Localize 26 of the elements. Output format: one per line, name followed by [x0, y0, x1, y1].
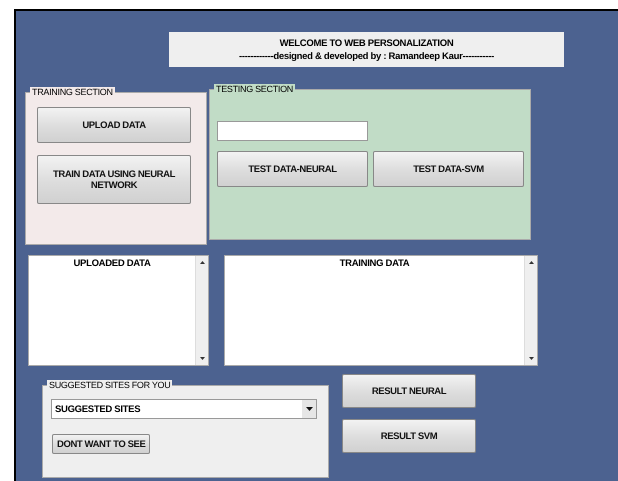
app-title: WELCOME TO WEB PERSONALIZATION [280, 38, 454, 48]
scrollbar[interactable] [524, 256, 537, 365]
panel-label: SUGGESTED SITES FOR YOU [47, 380, 172, 390]
list-header: TRAINING DATA [338, 257, 410, 269]
scroll-up-icon[interactable] [528, 261, 534, 264]
scroll-up-icon[interactable] [200, 261, 204, 264]
input-field[interactable] [217, 121, 368, 141]
credits-line: ------------designed & developed by : Ramandeep Kaur----------- [239, 50, 494, 62]
result-button[interactable]: RESULT SVM [342, 419, 476, 453]
panel-label: TESTING SECTION [214, 84, 296, 94]
upload-button[interactable]: UPLOAD DATA [37, 107, 191, 143]
list-header: UPLOADED DATA [72, 257, 152, 269]
train-button[interactable]: TRAIN DATA USING NEURAL NETWORK [37, 155, 191, 204]
dismiss-button[interactable]: DONT WANT TO SEE [52, 434, 150, 454]
dropdown-arrow-icon[interactable] [306, 407, 312, 411]
scroll-down-icon[interactable] [200, 357, 204, 360]
test-button[interactable]: TEST DATA-NEURAL [217, 151, 368, 187]
dropdown-value: SUGGESTED SITES [55, 404, 140, 414]
scroll-down-icon[interactable] [528, 357, 534, 360]
panel-label: TRAINING SECTION [30, 87, 115, 97]
scrollbar[interactable] [195, 256, 208, 365]
list-box[interactable]: UPLOADED DATA [28, 255, 209, 366]
result-button[interactable]: RESULT NEURAL [342, 374, 476, 408]
test-button[interactable]: TEST DATA-SVM [373, 151, 524, 187]
sites-dropdown[interactable]: SUGGESTED SITES [51, 399, 317, 419]
list-box[interactable]: TRAINING DATA [224, 255, 538, 366]
